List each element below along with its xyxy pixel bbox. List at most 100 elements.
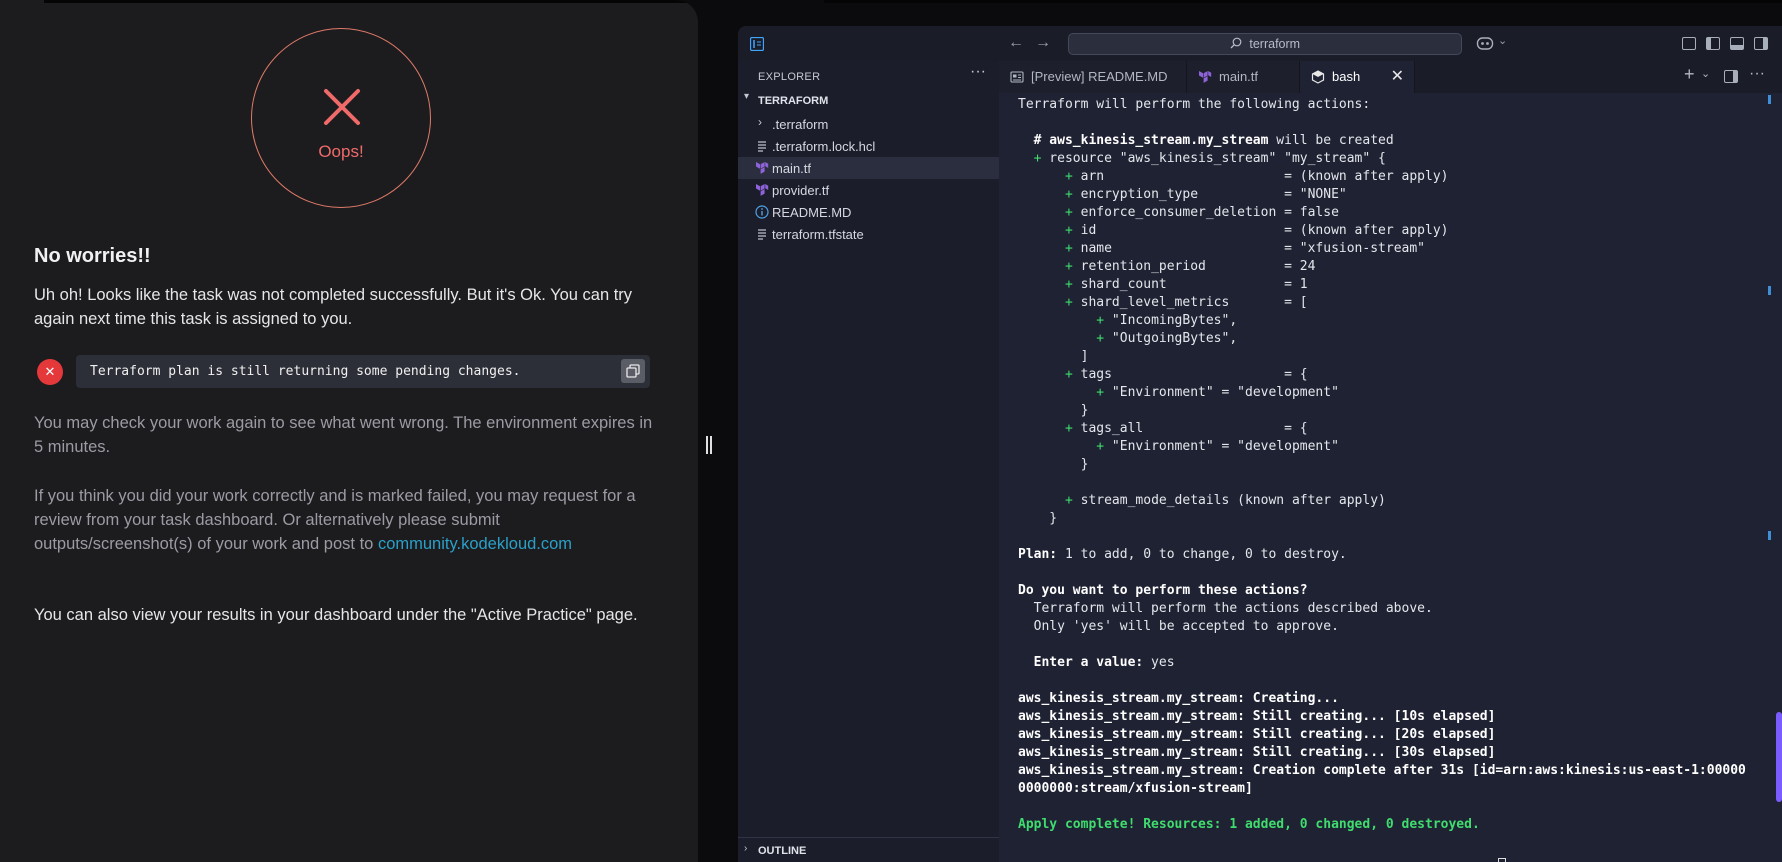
- command-center-search[interactable]: terraform: [1068, 33, 1462, 55]
- terminal-line: + "Environment" = "development": [1018, 384, 1746, 402]
- terminal-text: +: [1064, 187, 1073, 202]
- tree-item-label: provider.tf: [772, 183, 830, 198]
- terminal-line: + resource "aws_kinesis_stream" "my_stre…: [1018, 150, 1746, 168]
- toggle-primary-sidebar-icon[interactable]: [1706, 37, 1720, 50]
- terminal-line: # aws_kinesis_stream.my_stream will be c…: [1018, 132, 1746, 150]
- terminal-text: shard_level_metrics = [: [1072, 295, 1308, 310]
- pane-splitter-handle[interactable]: [706, 436, 712, 454]
- terminal-text: +: [1096, 331, 1105, 346]
- terraform-icon: [1199, 71, 1212, 83]
- terminal-line: ​: [1018, 114, 1746, 132]
- vscode-window: ← → terraform ⌄ EXPLORER ··· ▾ TERRAFORM…: [738, 26, 1782, 862]
- explorer-sidebar: EXPLORER ··· ▾ TERRAFORM › .terraform .t…: [738, 61, 999, 862]
- terminal-line: + arn = (known after apply): [1018, 168, 1746, 186]
- terminal-text: # aws_kinesis_stream.my_stream: [1033, 133, 1269, 148]
- top-divider-right: [824, 0, 1782, 3]
- explorer-more-icon[interactable]: ···: [970, 63, 986, 81]
- copilot-menu-chevron-icon[interactable]: ⌄: [1498, 34, 1507, 47]
- terminal-line: + shard_level_metrics = [: [1018, 294, 1746, 312]
- tree-item-label: main.tf: [772, 161, 812, 176]
- copilot-icon[interactable]: [1476, 35, 1494, 51]
- terminal-text: +: [1064, 295, 1073, 310]
- terminal-text: Enter a value:: [1033, 655, 1144, 670]
- chevron-right-icon: ›: [758, 115, 762, 129]
- error-icon: ✕: [37, 359, 63, 385]
- result-panel: Oops! No worries!! Uh oh! Looks like the…: [0, 0, 698, 862]
- split-editor-icon[interactable]: [1724, 70, 1738, 83]
- terminal-text: aws_kinesis_stream.my_stream: Still crea…: [1018, 745, 1496, 760]
- terminal-text: +: [1096, 385, 1105, 400]
- tree-item-label: README.MD: [772, 205, 852, 220]
- tab-label: [Preview] README.MD: [1031, 69, 1168, 84]
- terminal-panel[interactable]: Terraform will perform the following act…: [999, 93, 1782, 862]
- terminal-line: + "Environment" = "development": [1018, 438, 1746, 456]
- close-tab-icon[interactable]: ✕: [1391, 66, 1404, 86]
- terminal-text: retention_period = 24: [1072, 259, 1316, 274]
- customize-layout-icon[interactable]: [1682, 37, 1696, 50]
- outline-label: OUTLINE: [758, 845, 807, 857]
- terminal-line: }: [1018, 402, 1746, 420]
- error-message-box: Terraform plan is still returning some p…: [76, 355, 650, 388]
- nav-back-icon[interactable]: ←: [1008, 34, 1024, 52]
- community-link[interactable]: community.kodekloud.com: [378, 535, 572, 553]
- terminal-line: 0000000:stream/xfusion-stream]: [1018, 780, 1746, 798]
- terminal-text: Do you want to perform these actions?: [1018, 583, 1308, 598]
- terminal-text: +: [1064, 277, 1073, 292]
- terminal-text: +: [1064, 223, 1073, 238]
- workspace-folder[interactable]: TERRAFORM: [758, 95, 828, 107]
- terminal-text: tags = {: [1072, 367, 1308, 382]
- terminal-text: name = "xfusion-stream": [1072, 241, 1425, 256]
- explorer-title: EXPLORER: [758, 71, 821, 83]
- terminal-line: aws_kinesis_stream.my_stream: Still crea…: [1018, 726, 1746, 744]
- tree-item-terraform-dir[interactable]: › .terraform: [738, 113, 999, 135]
- tree-item-label: .terraform.lock.hcl: [772, 139, 876, 154]
- tree-item-lock-file[interactable]: .terraform.lock.hcl: [738, 135, 999, 157]
- chevron-right-icon: ›: [744, 843, 748, 854]
- terminal-text: aws_kinesis_stream.my_stream: Creation c…: [1018, 763, 1746, 778]
- outline-section[interactable]: › OUTLINE: [738, 837, 999, 862]
- copy-button[interactable]: [621, 359, 645, 383]
- tab-bash[interactable]: bash ✕: [1300, 61, 1415, 93]
- terminal-line: ​: [1018, 672, 1746, 690]
- expiry-info: You may check your work again to see wha…: [34, 414, 653, 456]
- tree-item-readme[interactable]: README.MD: [738, 201, 999, 223]
- terminal-text: }: [1018, 403, 1089, 418]
- scrollbar-thumb[interactable]: [1776, 712, 1782, 802]
- new-terminal-icon[interactable]: +: [1684, 64, 1695, 85]
- terminal-line: + encryption_type = "NONE": [1018, 186, 1746, 204]
- terminal-line: + name = "xfusion-stream": [1018, 240, 1746, 258]
- terminal-text: arn = (known after apply): [1072, 169, 1449, 184]
- terminal-line: Only 'yes' will be accepted to approve.: [1018, 618, 1746, 636]
- lines-file-icon: [758, 229, 766, 240]
- terminal-text: +: [1064, 241, 1073, 256]
- tree-item-main-tf[interactable]: main.tf: [738, 157, 999, 179]
- terminal-line: Terraform will perform the actions descr…: [1018, 600, 1746, 618]
- terminal-line: Apply complete! Resources: 1 added, 0 ch…: [1018, 816, 1746, 834]
- terminal-text: }: [1018, 457, 1089, 472]
- terminal-menu-chevron-icon[interactable]: ⌄: [1701, 67, 1710, 80]
- terminal-text: +: [1064, 205, 1073, 220]
- tree-item-provider-tf[interactable]: provider.tf: [738, 179, 999, 201]
- tree-item-tfstate[interactable]: terraform.tfstate: [738, 223, 999, 245]
- more-actions-icon[interactable]: ···: [1749, 65, 1765, 83]
- search-text: terraform: [1249, 37, 1301, 51]
- result-description: Uh oh! Looks like the task was not compl…: [34, 286, 633, 328]
- toggle-secondary-sidebar-icon[interactable]: [1754, 37, 1768, 50]
- terminal-text: aws_kinesis_stream.my_stream: Still crea…: [1018, 727, 1496, 742]
- review-info: If you think you did your work correctly…: [34, 484, 659, 556]
- toggle-panel-icon[interactable]: [1730, 37, 1744, 50]
- terminal-text: +: [1064, 169, 1073, 184]
- tab-readme-preview[interactable]: [Preview] README.MD: [999, 61, 1187, 93]
- nav-forward-icon[interactable]: →: [1035, 34, 1051, 52]
- result-heading: No worries!!: [34, 245, 151, 267]
- tree-item-label: .terraform: [772, 117, 829, 132]
- tab-label: bash: [1332, 69, 1361, 84]
- tab-main-tf[interactable]: main.tf: [1187, 61, 1300, 93]
- chevron-down-icon[interactable]: ▾: [744, 91, 749, 102]
